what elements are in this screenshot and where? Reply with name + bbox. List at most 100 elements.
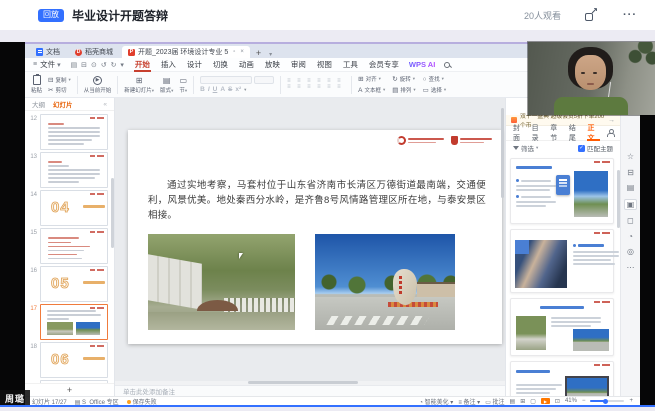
clipart-icon[interactable]: ◻ (627, 216, 634, 225)
tab-body-active[interactable]: 正文 (587, 126, 599, 141)
menu-view[interactable]: 视图 (316, 58, 333, 72)
font-color-icon[interactable]: A (220, 86, 225, 93)
menu-slideshow[interactable]: 放映 (264, 58, 281, 72)
new-tab-button[interactable]: + (253, 48, 264, 58)
new-slide-button[interactable]: ⊞ 新建幻灯片▾ (124, 76, 154, 94)
template-card-2[interactable] (510, 229, 614, 293)
slide-thumb-14[interactable]: 14 04 (25, 189, 114, 227)
rotate-button[interactable]: ↻旋转▾ (392, 74, 415, 84)
tab-slides[interactable]: 幻灯片 (53, 99, 73, 109)
tab-cover[interactable]: 封面 (513, 126, 525, 141)
arrange-button[interactable]: ▤排列▾ (392, 85, 415, 95)
zoom-slider[interactable] (590, 400, 624, 402)
more-icon[interactable]: ··· (623, 9, 637, 21)
paste-button[interactable]: 粘贴 (31, 75, 42, 94)
zoom-out-button[interactable]: − (582, 398, 586, 404)
webcam-overlay[interactable] (528, 42, 655, 115)
wps-ai-button[interactable]: WPS AI (409, 60, 435, 69)
feedback-icon[interactable]: ◎ (627, 247, 634, 256)
template-card-1[interactable] (510, 158, 614, 224)
zoom-in-button[interactable]: + (629, 398, 633, 404)
slide-thumb-12[interactable]: 12 (25, 113, 114, 151)
editor-horizontal-scrollbar[interactable] (115, 381, 505, 385)
superscript-icon[interactable]: x² (235, 86, 241, 93)
find-button[interactable]: ○查找▾ (423, 74, 446, 84)
favorite-star-icon[interactable]: ☆ (627, 152, 634, 161)
editor-canvas[interactable]: 通过实地考察，马套村位于山东省济南市长清区万德街道最南端，交通便利，风景优美。地… (115, 98, 505, 381)
copy-button[interactable]: ⊟复制▾ (48, 76, 71, 84)
filter-label[interactable]: 筛选 (521, 143, 534, 153)
menu-member[interactable]: 会员专享 (368, 58, 400, 72)
video-area[interactable]: 文档 D 稻壳商城 P 开题_2023届 环境设计专业 5 ▫ × + (0, 30, 655, 411)
filter-chevron-icon[interactable]: ▾ (536, 145, 538, 151)
fullscreen-icon[interactable]: ⊡ (555, 398, 560, 405)
bold-icon[interactable]: B (200, 86, 205, 93)
font-family-select[interactable] (200, 76, 252, 84)
section-button[interactable]: ▭ 节▾ (179, 76, 187, 94)
help-icon[interactable]: ◔ (628, 232, 633, 241)
tab-home[interactable]: 文档 (30, 46, 66, 58)
banner-arrow-icon[interactable]: → (608, 117, 615, 124)
sidebar-icon-strip: ☆ ⊟ ▤ ▣ ◻ ◔ ◎ ⋯ (620, 98, 640, 396)
quick-access-icons[interactable]: ▤ ⊟ ⊙ ↺ ↻ ▾ (71, 61, 125, 69)
current-slide[interactable]: 通过实地考察，马套村位于山东省济南市长清区万德街道最南端，交通便利，风景优美。地… (128, 130, 502, 344)
pin-icon[interactable]: ▫ (233, 49, 235, 55)
presenter-face (575, 55, 606, 90)
notes-bar[interactable]: 单击此处添加备注 (115, 385, 505, 396)
photo-village-road[interactable] (315, 234, 455, 330)
select-button[interactable]: ▭选择▾ (423, 85, 446, 95)
photo-canal-village[interactable] (148, 234, 295, 330)
menu-design[interactable]: 设计 (186, 58, 203, 72)
designer-icon[interactable] (606, 129, 613, 137)
match-theme-checkbox[interactable]: ✓ (578, 145, 585, 152)
strip-more-icon[interactable]: ⋯ (627, 263, 635, 272)
tab-store[interactable]: D 稻壳商城 (69, 46, 119, 58)
strikethrough-icon[interactable]: S (228, 86, 232, 93)
menu-transition[interactable]: 切换 (212, 58, 229, 72)
slideshow-play-button[interactable]: ▶ (541, 398, 550, 405)
menu-animation[interactable]: 动画 (238, 58, 255, 72)
tab-ending[interactable]: 结尾 (569, 126, 581, 141)
replay-badge: 回放 (38, 9, 64, 22)
layers-icon[interactable]: ▤ (627, 183, 635, 192)
slide-thumb-15[interactable]: 15 (25, 227, 114, 265)
beautify-icon-selected[interactable]: ▣ (624, 199, 637, 210)
add-slide-button[interactable]: + (25, 383, 114, 396)
font-size-select[interactable] (254, 76, 274, 84)
tab-document[interactable]: P 开题_2023届 环境设计专业 5 ▫ × (122, 46, 250, 58)
view-normal-icon[interactable]: ▤ (510, 398, 516, 405)
template-card-3[interactable] (510, 298, 614, 356)
menu-insert[interactable]: 插入 (160, 58, 177, 72)
slide-thumb-13[interactable]: 13 (25, 151, 114, 189)
slide-thumb-18[interactable]: 18 06 (25, 341, 114, 379)
slide-thumb-17-selected[interactable]: 17 (25, 303, 114, 341)
view-sorter-icon[interactable]: ⊞ (520, 398, 525, 405)
slide-thumb-16[interactable]: 16 05 (25, 265, 114, 303)
layout-button[interactable]: ▤ 版式▾ (160, 76, 173, 94)
share-icon[interactable]: ↗ (585, 9, 597, 21)
panel-scrollbar[interactable] (617, 170, 620, 228)
tab-chapter[interactable]: 章节 (550, 126, 562, 141)
tab-outline[interactable]: 大纲 (32, 99, 45, 109)
align-button[interactable]: ⊞对齐▾ (358, 74, 385, 84)
play-from-current-button[interactable]: ▶ 从当前开始 (84, 76, 112, 94)
template-card-4[interactable] (510, 361, 614, 396)
file-menu[interactable]: ≡ 文件 ▾ (33, 59, 62, 70)
paragraph-group[interactable]: ≡≡≡≡≡≡ ≡≡≡≡≡≡ (287, 79, 345, 90)
collapse-panel-icon[interactable]: « (103, 101, 107, 108)
tab-contents[interactable]: 目录 (532, 126, 544, 141)
video-progress-bar[interactable] (0, 405, 655, 407)
menu-tools[interactable]: 工具 (342, 58, 359, 72)
textbox-button[interactable]: A文本框▾ (358, 85, 385, 95)
underline-icon[interactable]: U (213, 86, 218, 93)
editor-vertical-scrollbar[interactable] (501, 108, 504, 198)
menu-home[interactable]: 开始 (134, 58, 151, 72)
italic-icon[interactable]: I (208, 86, 210, 93)
menu-review[interactable]: 审阅 (290, 58, 307, 72)
thumbnail-scrollbar[interactable] (111, 178, 114, 248)
close-tab-icon[interactable]: × (240, 49, 244, 55)
shapes-icon[interactable]: ⊟ (627, 168, 634, 177)
cut-button[interactable]: ✂剪切 (48, 86, 71, 94)
search-icon[interactable] (444, 62, 450, 68)
view-reading-icon[interactable]: ▢ (530, 398, 536, 405)
